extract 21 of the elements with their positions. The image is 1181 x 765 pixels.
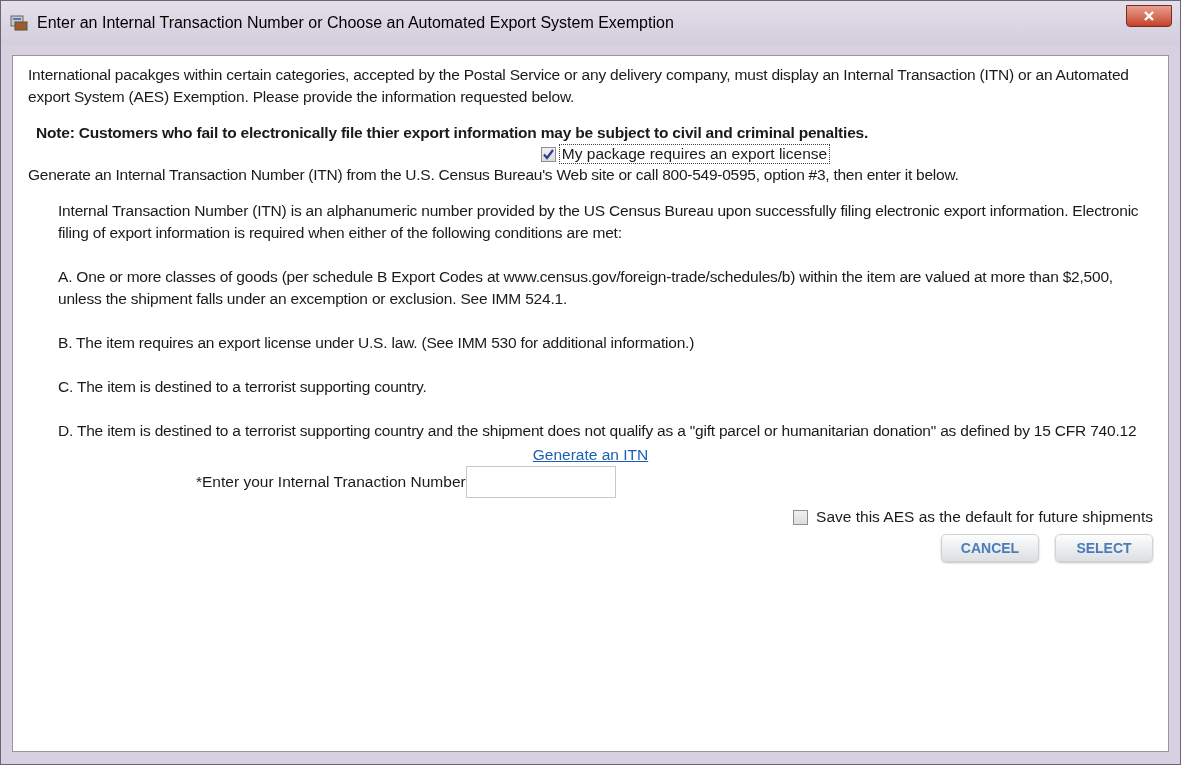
itn-input-field[interactable]: [465, 466, 616, 498]
checkbox-label: Save this AES as the default for future shipments: [816, 507, 1153, 527]
checkbox-label: My package requires an export license: [558, 144, 831, 164]
generate-itn-link[interactable]: Generate an ITN: [532, 444, 649, 466]
info-paragraph: D. The item is destined to a terrorist supporting country and the shipment does not qualify as a "gift parcel or humanitarian donation" as defined by 15 CFR 740.12: [58, 421, 1138, 441]
itn-field-label: *Enter your Internal Tranaction Number: [196, 472, 466, 492]
close-icon: [1143, 11, 1155, 21]
penalty-note: Note: Customers who fail to electronically file thier export information may be subject to civil and criminal penalties.: [36, 123, 870, 143]
close-button[interactable]: [1126, 5, 1172, 27]
info-paragraph: B. The item requires an export license under U.S. law. (See IMM 530 for additional information.): [58, 333, 696, 353]
app-icon: [9, 13, 29, 33]
checkbox[interactable]: [793, 509, 809, 525]
intro-text: International pacakges within certain categories, accepted by the Postal Service or any delivery company, must display an Internal Transaction (ITN) or an Automated export System (AES) Exemption. Please provide the information requested below.: [28, 65, 1130, 107]
info-paragraph: C. The item is destined to a terrorist supporting country.: [58, 377, 428, 397]
window-title: Enter an Internal Transaction Number or Choose an Automated Export System Exemption: [37, 13, 674, 33]
info-paragraph: A. One or more classes of goods (per schedule B Export Codes at www.census.gov/foreign-trade/schedules/b) within the item are valued at more than $2,500, unless the shipment falls under an excemption or exclusion. See IMM 524.1.: [58, 267, 1114, 309]
itn-instructions: Generate an Internal Transaction Number (ITN) from the U.S. Census Bureau's Web site or call 800-549-0595, option #3, then enter it below.: [28, 165, 960, 185]
dialog-button[interactable]: CANCEL: [941, 534, 1039, 562]
info-paragraph: Internal Transaction Number (ITN) is an alphanumeric number provided by the US Census Bureau upon successfully filing electronic export information. Electronic filing of export information is required when either of the following conditions are met:: [58, 201, 1140, 243]
checkbox[interactable]: [540, 146, 556, 162]
dialog-button[interactable]: SELECT: [1055, 534, 1153, 562]
